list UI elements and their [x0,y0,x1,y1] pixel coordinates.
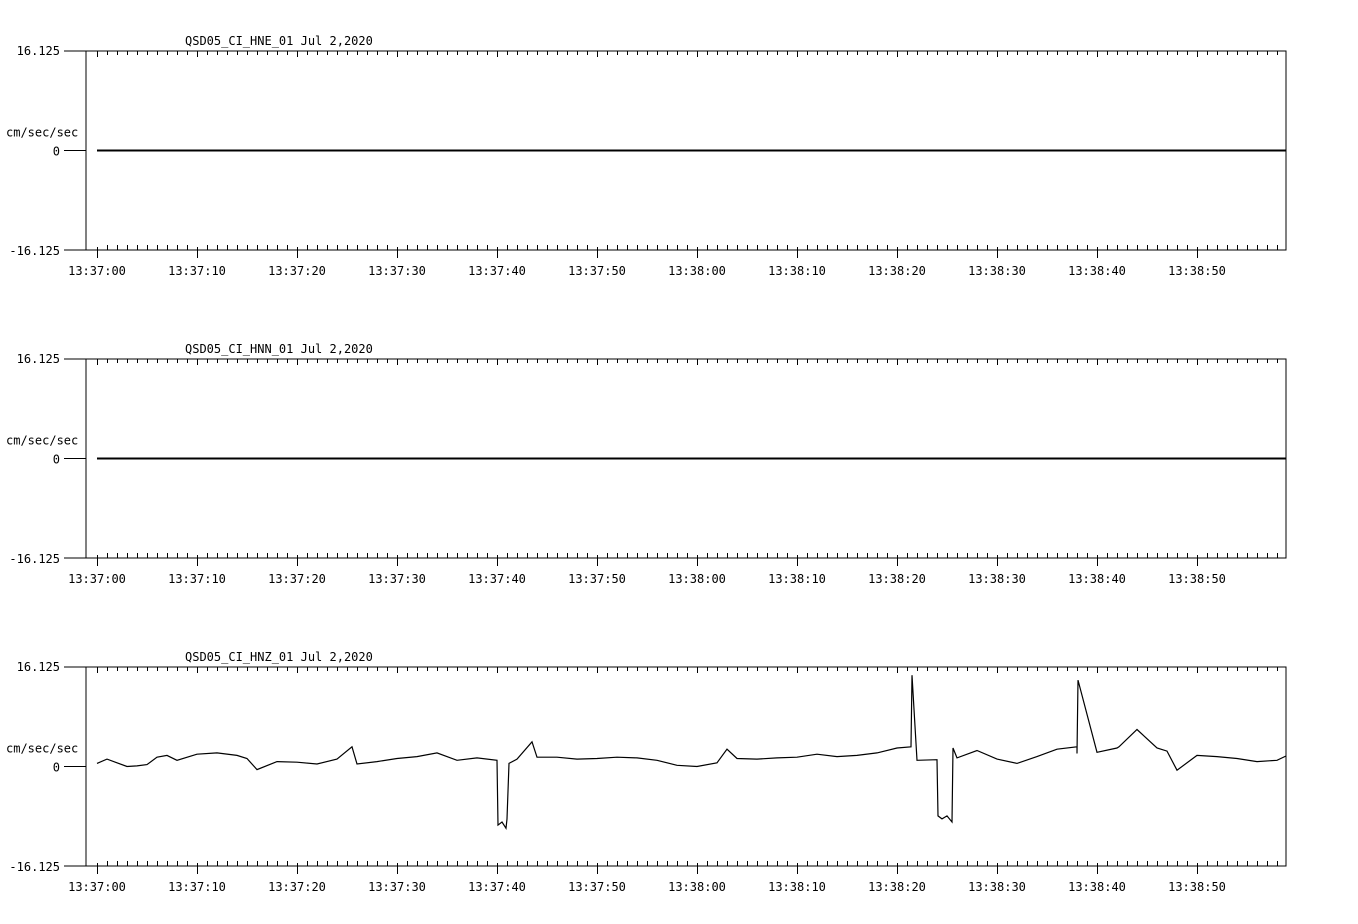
x-tick-label: 13:37:00 [68,572,126,586]
panel-title: QSD05_CI_HNE_01 Jul 2,2020 [185,34,373,48]
x-tick-label: 13:38:30 [968,264,1026,278]
x-tick-label: 13:38:20 [868,572,926,586]
x-tick-label: 13:37:40 [468,880,526,894]
x-tick-label: 13:37:30 [368,880,426,894]
y-tick-label-zero: 0 [53,453,60,467]
y-tick-label-zero: 0 [53,761,60,775]
x-tick-label: 13:38:50 [1168,572,1226,586]
x-tick-label: 13:37:50 [568,572,626,586]
x-tick-label: 13:37:50 [568,880,626,894]
panel-1: QSD05_CI_HNE_01 Jul 2,2020 cm/sec/sec 16.1… [6,34,1287,278]
x-tick-label: 13:37:20 [268,572,326,586]
x-tick-label: 13:38:00 [668,880,726,894]
y-tick-label-min: -16.125 [9,860,60,874]
panel-3: QSD05_CI_HNZ_01 Jul 2,2020 cm/sec/sec 16.1… [6,650,1287,894]
x-tick-label: 13:37:20 [268,880,326,894]
panel-title: QSD05_CI_HNZ_01 Jul 2,2020 [185,650,373,664]
x-tick-label: 13:38:00 [668,264,726,278]
x-tick-label: 13:37:40 [468,572,526,586]
x-tick-label: 13:37:40 [468,264,526,278]
y-axis-label: cm/sec/sec [6,742,78,756]
y-tick-label-max: 16.125 [17,660,60,674]
x-tick-label: 13:38:40 [1068,572,1126,586]
series-line [96,675,1287,830]
y-axis-label: cm/sec/sec [6,434,78,448]
x-tick-label: 13:38:50 [1168,880,1226,894]
x-tick-label: 13:38:10 [768,572,826,586]
x-tick-label: 13:38:00 [668,572,726,586]
x-tick-label: 13:37:10 [168,572,226,586]
x-tick-label: 13:38:30 [968,572,1026,586]
x-tick-label: 13:38:30 [968,880,1026,894]
x-tick-label: 13:37:10 [168,264,226,278]
x-tick-label: 13:38:20 [868,264,926,278]
y-axis-label: cm/sec/sec [6,126,78,140]
panel-2: QSD05_CI_HNN_01 Jul 2,2020 cm/sec/sec 16.1… [6,342,1287,586]
y-tick-label-max: 16.125 [17,352,60,366]
x-tick-label: 13:37:30 [368,264,426,278]
y-tick-label-min: -16.125 [9,552,60,566]
x-tick-label: 13:38:20 [868,880,926,894]
x-tick-label: 13:37:10 [168,880,226,894]
y-tick-label-zero: 0 [53,145,60,159]
x-tick-label: 13:38:40 [1068,264,1126,278]
x-tick-label: 13:37:30 [368,572,426,586]
y-tick-label-max: 16.125 [17,44,60,58]
x-tick-label: 13:37:20 [268,264,326,278]
x-tick-label: 13:38:10 [768,880,826,894]
x-tick-label: 13:37:50 [568,264,626,278]
x-tick-label: 13:38:10 [768,264,826,278]
x-tick-label: 13:38:40 [1068,880,1126,894]
x-tick-label: 13:37:00 [68,264,126,278]
x-tick-label: 13:38:50 [1168,264,1226,278]
x-tick-label: 13:37:00 [68,880,126,894]
panel-title: QSD05_CI_HNN_01 Jul 2,2020 [185,342,373,356]
y-tick-label-min: -16.125 [9,244,60,258]
seismogram-figure: QSD05_CI_HNE_01 Jul 2,2020 cm/sec/sec 16.1… [6,34,1287,894]
